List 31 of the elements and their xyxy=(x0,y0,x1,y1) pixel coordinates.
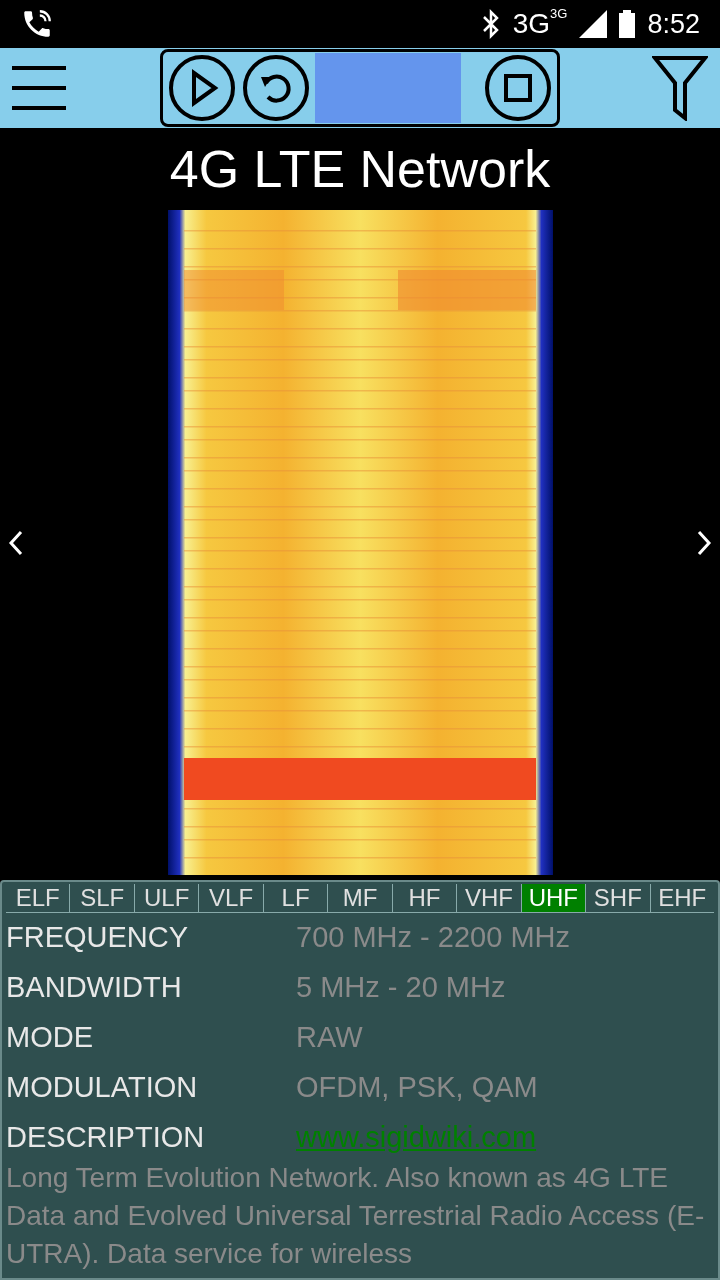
screen-title: 4G LTE Network xyxy=(169,139,551,200)
property-label: MODE xyxy=(6,1020,94,1056)
signal-icon xyxy=(579,10,608,38)
filter-icon[interactable] xyxy=(652,55,708,121)
property-value: OFDM, PSK, QAM xyxy=(296,1070,538,1106)
property-value: RAW xyxy=(296,1020,363,1056)
battery-icon xyxy=(619,10,636,38)
bluetooth-icon xyxy=(480,9,501,39)
band-tab[interactable]: LF xyxy=(262,884,328,912)
band-tab[interactable]: VHF xyxy=(456,884,521,912)
band-tab[interactable]: SHF xyxy=(585,884,650,912)
band-tab[interactable]: UHF xyxy=(520,884,586,912)
property-label: MODULATION xyxy=(6,1070,199,1106)
network-type-small: 3G xyxy=(550,7,568,20)
band-tab[interactable]: VLF xyxy=(198,884,263,912)
property-value: 700 MHz - 2200 MHz xyxy=(296,920,570,956)
replay-button[interactable] xyxy=(241,53,311,123)
band-tab[interactable]: SLF xyxy=(69,884,134,912)
play-button[interactable] xyxy=(167,53,237,123)
band-tab[interactable]: ULF xyxy=(133,884,199,912)
band-tab[interactable]: EHF xyxy=(649,884,714,912)
clock: 8:52 xyxy=(647,7,700,41)
stop-button[interactable] xyxy=(483,53,553,123)
band-tab[interactable]: HF xyxy=(391,884,457,912)
band-tab[interactable]: MF xyxy=(327,884,392,912)
property-label: BANDWIDTH xyxy=(6,970,183,1006)
property-label: DESCRIPTION xyxy=(6,1120,206,1156)
band-tab[interactable]: ELF xyxy=(6,884,70,912)
description-text: Long Term Evolution Network. Also known as 4G LTE Data and Evolved Universal Terrestrial Radio Access (E-UTRA). Data service for wireless xyxy=(6,1161,706,1271)
property-label: FREQUENCY xyxy=(6,920,190,956)
property-value: 5 MHz - 20 MHz xyxy=(296,970,506,1006)
